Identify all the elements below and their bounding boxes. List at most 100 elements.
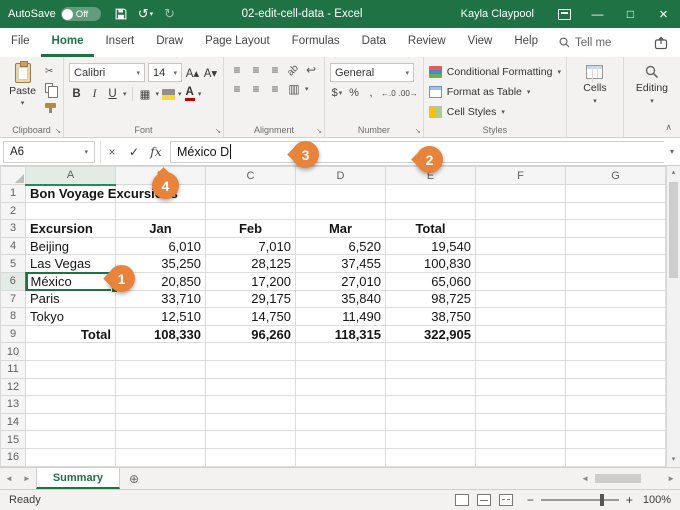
bold-button[interactable]: B	[69, 88, 84, 100]
row-header-11[interactable]: 11	[1, 360, 26, 378]
cell-C5[interactable]: 28,125	[206, 255, 296, 273]
cell-B4[interactable]: 6,010	[116, 237, 206, 255]
cell-B16[interactable]	[116, 448, 206, 466]
cell-A7[interactable]: Paris	[26, 290, 116, 308]
cell-D1[interactable]	[296, 185, 386, 203]
cell-B15[interactable]	[116, 431, 206, 449]
cell-C16[interactable]	[206, 448, 296, 466]
comma-format-icon[interactable]: ,	[364, 87, 378, 99]
italic-button[interactable]: I	[87, 88, 102, 100]
cell-B3[interactable]: Jan	[116, 220, 206, 238]
cell-F9[interactable]	[476, 325, 566, 343]
save-icon[interactable]	[115, 8, 127, 20]
undo-icon[interactable]: ↺▾	[138, 6, 153, 22]
increase-decimal-icon[interactable]: ←.0	[381, 89, 396, 98]
align-right-icon[interactable]: ≡	[267, 82, 283, 96]
horizontal-scrollbar[interactable]: ◄ ►	[579, 468, 680, 489]
normal-view-icon[interactable]	[455, 494, 469, 506]
cell-G1[interactable]	[566, 185, 666, 203]
collapse-ribbon-icon[interactable]: ∧	[665, 122, 672, 133]
cell-E3[interactable]: Total	[386, 220, 476, 238]
cell-B12[interactable]	[116, 378, 206, 396]
cell-C7[interactable]: 29,175	[206, 290, 296, 308]
cell-A3[interactable]: Excursion	[26, 220, 116, 238]
cell-D10[interactable]	[296, 343, 386, 361]
cell-B9[interactable]: 108,330	[116, 325, 206, 343]
cell-B11[interactable]	[116, 360, 206, 378]
cell-B7[interactable]: 33,710	[116, 290, 206, 308]
cell-A15[interactable]	[26, 431, 116, 449]
alignment-dialog-launcher-icon[interactable]: ↘	[316, 127, 322, 135]
sheet-next-icon[interactable]: ►	[18, 468, 36, 489]
vertical-scrollbar[interactable]: ▴ ▾	[666, 166, 680, 467]
cell-G10[interactable]	[566, 343, 666, 361]
cell-G9[interactable]	[566, 325, 666, 343]
cell-D16[interactable]	[296, 448, 386, 466]
minimize-icon[interactable]: —	[581, 0, 614, 28]
tell-me-search[interactable]: Tell me	[549, 28, 621, 57]
cell-G12[interactable]	[566, 378, 666, 396]
tab-review[interactable]: Review	[397, 28, 457, 57]
cell-D6[interactable]: 27,010	[296, 272, 386, 290]
zoom-slider-thumb[interactable]	[600, 494, 604, 506]
cell-B14[interactable]	[116, 413, 206, 431]
cells-button[interactable]: Cells ▾	[572, 61, 618, 105]
chevron-down-icon[interactable]: ▾	[173, 69, 177, 77]
align-top-icon[interactable]: ≡	[229, 63, 245, 77]
cell-A11[interactable]	[26, 360, 116, 378]
row-header-16[interactable]: 16	[1, 448, 26, 466]
cell-C12[interactable]	[206, 378, 296, 396]
clipboard-dialog-launcher-icon[interactable]: ↘	[55, 127, 61, 135]
cell-E9[interactable]: 322,905	[386, 325, 476, 343]
cell-A4[interactable]: Beijing	[26, 237, 116, 255]
cell-C8[interactable]: 14,750	[206, 308, 296, 326]
cell-B8[interactable]: 12,510	[116, 308, 206, 326]
name-box-dropdown-icon[interactable]: ▾	[84, 148, 88, 156]
cell-F16[interactable]	[476, 448, 566, 466]
cell-E16[interactable]	[386, 448, 476, 466]
cell-G11[interactable]	[566, 360, 666, 378]
cut-icon[interactable]: ✂	[45, 65, 56, 77]
new-sheet-icon[interactable]: ⊕	[120, 468, 148, 489]
cell-C10[interactable]	[206, 343, 296, 361]
cell-E2[interactable]	[386, 202, 476, 220]
cell-C11[interactable]	[206, 360, 296, 378]
row-header-12[interactable]: 12	[1, 378, 26, 396]
column-header-F[interactable]: F	[476, 167, 566, 185]
decrease-decimal-icon[interactable]: .00→	[399, 89, 418, 98]
cell-D14[interactable]	[296, 413, 386, 431]
chevron-down-icon[interactable]: ▾	[136, 69, 140, 77]
row-header-9[interactable]: 9	[1, 325, 26, 343]
page-break-view-icon[interactable]	[499, 494, 513, 506]
percent-format-icon[interactable]: %	[347, 87, 361, 99]
cell-G6[interactable]	[566, 272, 666, 290]
cell-A2[interactable]	[26, 202, 116, 220]
merge-center-icon[interactable]: ▥	[286, 82, 302, 96]
tab-home[interactable]: Home	[41, 28, 95, 57]
row-header-3[interactable]: 3	[1, 220, 26, 238]
tab-file[interactable]: File	[0, 28, 41, 57]
cell-A16[interactable]	[26, 448, 116, 466]
cell-G3[interactable]	[566, 220, 666, 238]
zoom-in-icon[interactable]: +	[626, 493, 633, 507]
zoom-slider[interactable]	[541, 499, 619, 501]
sheet-prev-icon[interactable]: ◄	[0, 468, 18, 489]
close-icon[interactable]: ×	[647, 0, 680, 28]
cell-E1[interactable]	[386, 185, 476, 203]
zoom-level[interactable]: 100%	[643, 494, 671, 506]
cell-E6[interactable]: 65,060	[386, 272, 476, 290]
row-header-8[interactable]: 8	[1, 308, 26, 326]
align-middle-icon[interactable]: ≡	[248, 63, 264, 77]
cell-F4[interactable]	[476, 237, 566, 255]
cell-D4[interactable]: 6,520	[296, 237, 386, 255]
tab-insert[interactable]: Insert	[94, 28, 145, 57]
horizontal-scroll-thumb[interactable]	[595, 474, 641, 483]
cancel-icon[interactable]: ×	[101, 145, 123, 159]
cell-A1[interactable]: Bon Voyage Excursions	[26, 185, 116, 203]
font-size-combo[interactable]: 14▾	[148, 63, 182, 82]
undo-dropdown-icon[interactable]: ▾	[150, 10, 154, 18]
cell-G2[interactable]	[566, 202, 666, 220]
align-left-icon[interactable]: ≡	[229, 82, 245, 96]
scroll-down-icon[interactable]: ▾	[667, 453, 680, 467]
align-bottom-icon[interactable]: ≡	[267, 63, 283, 77]
